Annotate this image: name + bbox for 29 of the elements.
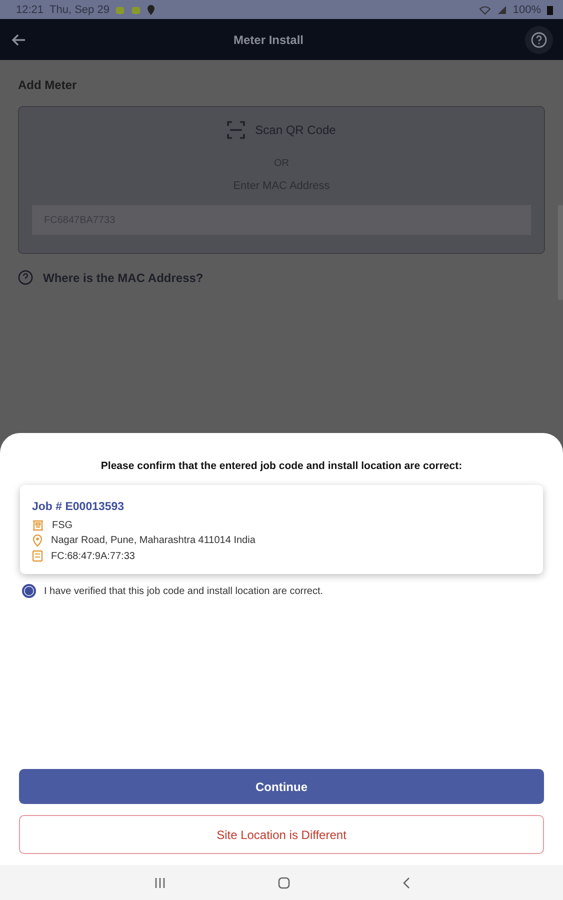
back-arrow-icon[interactable]: [12, 34, 26, 46]
continue-button[interactable]: Continue: [19, 769, 544, 804]
job-code: Job # E00013593: [32, 501, 126, 513]
section-heading: Add Meter: [18, 78, 78, 92]
battery-percent: 100%: [512, 4, 541, 16]
home-icon[interactable]: [278, 876, 290, 888]
job-detail-text: FC:68:47:9A:77:33: [51, 550, 135, 562]
site-different-button[interactable]: Site Location is Different: [19, 815, 544, 854]
help-button[interactable]: [525, 26, 553, 54]
building-icon: [32, 519, 44, 531]
location-pin-icon: [147, 4, 156, 14]
help-icon: [531, 32, 547, 48]
recent-apps-icon[interactable]: [154, 876, 166, 888]
back-icon[interactable]: [402, 876, 410, 888]
screen-title: Meter Install: [232, 32, 305, 46]
status-time: 12:21: [16, 4, 44, 16]
verify-radio[interactable]: [22, 584, 36, 598]
status-date: Thu, Sep 29: [50, 4, 110, 16]
mac-help-link[interactable]: Where is the MAC Address?: [43, 270, 204, 284]
signal-icon: [496, 4, 507, 14]
battery-icon: [547, 4, 553, 14]
verify-label: I have verified that this job code and install location are correct.: [44, 586, 324, 596]
confirm-prompt: Please confirm that the entered job code and install location are correct:: [100, 460, 464, 472]
help-icon: [18, 270, 33, 285]
job-detail-text: FSG: [52, 520, 73, 530]
meter-icon: [32, 550, 43, 562]
location-pin-icon: [32, 534, 43, 547]
wifi-icon: [478, 4, 491, 14]
job-detail-text: Nagar Road, Pune, Maharashtra 411014 India: [51, 535, 256, 546]
